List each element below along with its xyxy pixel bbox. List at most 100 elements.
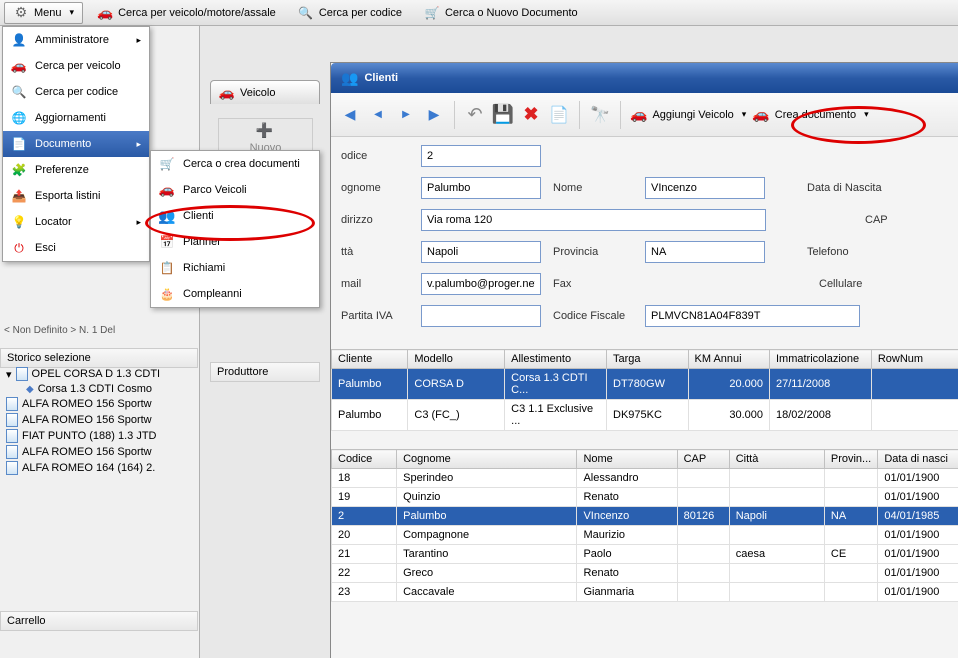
submenu-item-label: Cerca o crea documenti (183, 158, 300, 170)
provincia-field[interactable] (645, 241, 765, 263)
nome-field[interactable] (645, 177, 765, 199)
col-header[interactable]: CAP (677, 450, 729, 469)
indirizzo-field[interactable] (421, 209, 766, 231)
history-item[interactable]: ALFA ROMEO 156 Sportw (2, 444, 196, 460)
menu-item-cerca-per-veicolo[interactable]: Cerca per veicolo (3, 53, 149, 79)
create-doc-label: Crea documento (775, 109, 856, 121)
table-row[interactable]: PalumboCORSA DCorsa 1.3 CDTI C...DT780GW… (332, 369, 958, 400)
table-row[interactable]: PalumboC3 (FC_)C3 1.1 Exclusive ...DK975… (332, 400, 958, 431)
table-row[interactable]: 22GrecoRenato 01/01/1900 (332, 564, 958, 583)
new-icon[interactable] (548, 104, 570, 126)
history-label: FIAT PUNTO (188) 1.3 JTD (22, 430, 156, 442)
vehicles-grid[interactable]: ClienteModelloAllestimentoTargaKM AnnuiI… (331, 349, 958, 431)
undo-icon[interactable] (464, 104, 486, 126)
globe-icon (11, 110, 27, 126)
submenu-item-label: Clienti (183, 210, 214, 222)
top-toolbar: Menu Cerca per veicolo/motore/assale Cer… (0, 0, 958, 26)
submenu-item-label: Richiami (183, 262, 225, 274)
nome-label: Nome (553, 182, 633, 194)
nav-first-icon[interactable] (339, 104, 361, 126)
create-document-button[interactable]: Crea documento (752, 106, 868, 123)
history-item[interactable]: ▾OPEL CORSA D 1.3 CDTI (2, 366, 196, 382)
carrello-header[interactable]: Carrello (0, 611, 198, 631)
separator (579, 101, 580, 129)
email-label: mail (341, 278, 409, 290)
col-header[interactable]: Data di nasci (878, 450, 958, 469)
submenu-item-compleanni[interactable]: Compleanni (151, 281, 319, 307)
menu-item-aggiornamenti[interactable]: Aggiornamenti (3, 105, 149, 131)
cap-label: CAP (865, 214, 888, 226)
search-code-button[interactable]: Cerca per codice (290, 3, 410, 23)
search-vehicle-button[interactable]: Cerca per veicolo/motore/assale (89, 3, 284, 23)
pref-icon (11, 162, 27, 178)
col-header[interactable]: Cognome (397, 450, 577, 469)
menu-item-amministratore[interactable]: Amministratore (3, 27, 149, 53)
veicolo-tab[interactable]: Veicolo (210, 80, 320, 104)
search-code-label: Cerca per codice (319, 7, 402, 19)
veicolo-tab-label: Veicolo (240, 87, 275, 99)
piva-field[interactable] (421, 305, 541, 327)
cognome-field[interactable] (421, 177, 541, 199)
history-item[interactable]: ALFA ROMEO 156 Sportw (2, 396, 196, 412)
table-row[interactable]: 23CaccavaleGianmaria 01/01/1900 (332, 583, 958, 602)
doc-icon2 (11, 136, 27, 152)
col-header[interactable]: Città (729, 450, 824, 469)
submenu-item-richiami[interactable]: Richiami (151, 255, 319, 281)
col-header[interactable]: RowNum (871, 350, 958, 369)
col-header[interactable]: KM Annui (688, 350, 769, 369)
table-row[interactable]: 20CompagnoneMaurizio 01/01/1900 (332, 526, 958, 545)
clienti-titlebar[interactable]: Clienti (331, 63, 958, 93)
separator (454, 101, 455, 129)
table-row[interactable]: 2PalumboVIncenzo80126 NapoliNA04/01/1985 (332, 507, 958, 526)
clienti-window: Clienti Aggiungi Veicolo Crea documento … (330, 62, 958, 658)
produttore-header[interactable]: Produttore (210, 362, 320, 382)
search-document-button[interactable]: Cerca o Nuovo Documento (416, 3, 586, 23)
menu-item-cerca-per-codice[interactable]: Cerca per codice (3, 79, 149, 105)
codice-field[interactable] (421, 145, 541, 167)
table-row[interactable]: 18SperindeoAlessandro 01/01/1900 (332, 469, 958, 488)
submenu-item-clienti[interactable]: Clienti (151, 203, 319, 229)
separator (620, 101, 621, 129)
clients-grid[interactable]: CodiceCognomeNomeCAPCittàProvin...Data d… (331, 449, 958, 602)
history-header[interactable]: Storico selezione (0, 348, 198, 368)
doc-icon (6, 445, 18, 459)
save-icon[interactable] (492, 104, 514, 126)
menu-item-preferenze[interactable]: Preferenze (3, 157, 149, 183)
col-header[interactable]: Cliente (332, 350, 408, 369)
menu-item-esci[interactable]: Esci (3, 235, 149, 261)
citta-field[interactable] (421, 241, 541, 263)
history-item[interactable]: ALFA ROMEO 156 Sportw (2, 412, 196, 428)
col-header[interactable]: Provin... (824, 450, 877, 469)
history-item[interactable]: Corsa 1.3 CDTI Cosmo (2, 382, 196, 396)
menu-item-esporta-listini[interactable]: Esporta listini (3, 183, 149, 209)
col-header[interactable]: Allestimento (505, 350, 607, 369)
email-field[interactable] (421, 273, 541, 295)
doc-icon (6, 461, 18, 475)
col-header[interactable]: Targa (607, 350, 688, 369)
col-header[interactable]: Immatricolazione (769, 350, 871, 369)
col-header[interactable]: Codice (332, 450, 397, 469)
nav-prev-icon[interactable] (367, 104, 389, 126)
history-item[interactable]: FIAT PUNTO (188) 1.3 JTD (2, 428, 196, 444)
add-vehicle-button[interactable]: Aggiungi Veicolo (630, 106, 746, 123)
car-icon (219, 85, 235, 101)
table-row[interactable]: 21TarantinoPaolo caesaCE01/01/1900 (332, 545, 958, 564)
history-item[interactable]: ALFA ROMEO 164 (164) 2. (2, 460, 196, 476)
submenu-item-planner[interactable]: Planner (151, 229, 319, 255)
menu-item-locator[interactable]: Locator (3, 209, 149, 235)
col-header[interactable]: Nome (577, 450, 677, 469)
cf-field[interactable] (645, 305, 860, 327)
submenu-item-parco-veicoli[interactable]: Parco Veicoli (151, 177, 319, 203)
nav-next-icon[interactable] (395, 104, 417, 126)
history-label: Corsa 1.3 CDTI Cosmo (38, 383, 152, 395)
menu-item-documento[interactable]: Documento (3, 131, 149, 157)
col-header[interactable]: Modello (408, 350, 505, 369)
delete-icon[interactable] (520, 104, 542, 126)
menu-button[interactable]: Menu (4, 2, 83, 24)
table-row[interactable]: 19QuinzioRenato 01/01/1900 (332, 488, 958, 507)
submenu-item-cerca-o-crea-documenti[interactable]: Cerca o crea documenti (151, 151, 319, 177)
clienti-toolbar: Aggiungi Veicolo Crea documento (331, 93, 958, 137)
nav-last-icon[interactable] (423, 104, 445, 126)
breadcrumb: < Non Definito > N. 1 Del (4, 325, 115, 336)
binoculars-icon[interactable] (589, 104, 611, 126)
